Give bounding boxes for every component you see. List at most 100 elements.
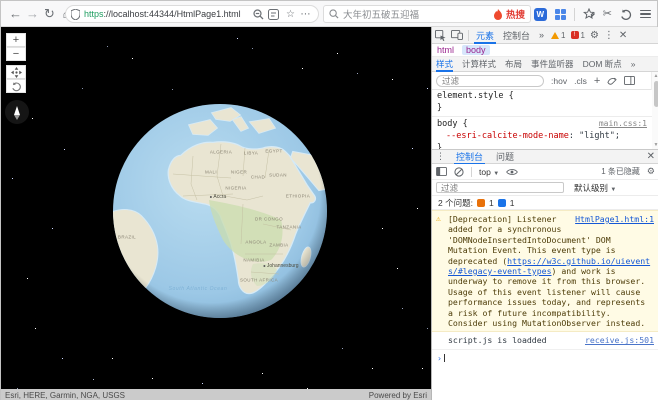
devtools-close-icon[interactable]: ✕ [619,30,627,41]
tab-elements[interactable]: 元素 [474,27,496,44]
warning-triangle-icon [551,32,559,39]
zoom-out-button[interactable]: − [6,47,26,61]
css-declaration[interactable]: --esri-calcite-mode-name: "light"; [432,130,652,142]
tab-event-listeners[interactable]: 事件监听器 [531,58,574,70]
console-settings-icon[interactable]: ⚙ [647,166,655,177]
inspect-element-icon[interactable] [435,30,446,41]
drawer-menu-icon[interactable]: ⋮ [436,151,445,162]
globe-label: MALI [205,170,217,175]
more-actions-icon[interactable]: ⋯ [298,9,313,20]
rendering-hint-icon[interactable] [607,76,617,86]
hot-search-query[interactable]: 大年初五破五迎福 [343,7,419,21]
styles-scrollbar[interactable]: ▲ ▼ [651,72,658,149]
undo-icon[interactable] [620,9,632,20]
globe-label: ZAMBIA [269,243,288,248]
bookmark-star-icon[interactable]: ☆ [283,9,298,20]
warning-icon: ⚠ [436,214,441,224]
more-tabs-icon[interactable]: » [537,28,546,42]
tab-console-drawer[interactable]: 控制台 [454,148,485,165]
globe[interactable]: ALGERIALIBYAEGYPTMALINIGERCHADSUDANNIGER… [113,104,327,318]
globe-label: BRAZIL [118,235,136,240]
device-toolbar-icon[interactable] [451,30,463,40]
flame-icon [494,9,502,20]
warning-badge[interactable]: 1 [551,31,565,40]
live-expression-eye-icon[interactable] [506,168,518,176]
breadcrumb-html[interactable]: html [437,45,454,55]
improvement-issue-icon [498,199,506,207]
devtools-toolbar: 元素 控制台 » 1 !1 ⚙ ⋮ ✕ [432,27,658,44]
script-loaded-log[interactable]: receive.js:501 script.js is loadded [432,332,658,349]
breaking-issue-icon [477,199,485,207]
styles-filter-input[interactable] [436,75,544,87]
tab-console[interactable]: 控制台 [501,27,532,44]
scene-view[interactable]: ALGERIALIBYAEGYPTMALINIGERCHADSUDANNIGER… [1,27,431,400]
favorites-star-icon[interactable] [583,8,595,20]
search-icon [329,9,339,19]
devtools-menu-icon[interactable]: ⋮ [604,30,614,41]
clear-console-icon[interactable] [454,167,464,177]
reload-icon[interactable]: ↻ [41,6,58,22]
console-messages[interactable]: ⚠ HtmlPage1.html:1 [Deprecation] Listene… [432,210,658,377]
search-box[interactable]: 大年初五破五迎福 热搜 [323,5,531,23]
tab-dom-breakpoints[interactable]: DOM 断点 [583,58,622,70]
tab-layout[interactable]: 布局 [505,58,522,70]
scroll-up-icon[interactable]: ▲ [652,73,658,79]
context-selector[interactable]: top ▼ [479,167,499,177]
settings-gear-icon[interactable]: ⚙ [590,30,599,41]
back-icon[interactable]: ← [7,6,24,21]
scroll-thumb[interactable] [654,81,658,107]
zoom-in-button[interactable]: + [6,33,26,47]
powered-by-esri[interactable]: Powered by Esri [369,391,427,400]
error-badge[interactable]: !1 [571,31,585,40]
globe-label: ETHIOPIA [286,194,310,199]
globe-label: NIGERIA [225,186,246,191]
shield-icon [71,9,80,20]
globe-label: SUDAN [269,173,287,178]
panel-layout-icon[interactable] [624,76,635,85]
address-bar[interactable]: https://localhost:44344/HtmlPage1.html ☆… [65,5,319,23]
apps-grid-icon[interactable] [555,9,566,20]
tab-styles[interactable]: 样式 [436,56,453,72]
log-source-link[interactable]: receive.js:501 [585,335,654,345]
issues-bar[interactable]: 2 个问题: 1 1 [432,196,658,210]
browser-toolbar: ← → ↻ ⌂ https://localhost:44344/HtmlPage… [1,1,657,27]
globe-label: Accra [210,194,226,200]
rotate-icon [11,81,22,92]
translate-icon[interactable] [268,9,283,20]
toolbar-divider [574,8,575,21]
forward-icon[interactable]: → [24,6,41,21]
toolbar-extensions: W ✂ [534,1,651,27]
styles-filter-row: :hov .cls + [432,72,658,90]
console-prompt[interactable]: › [432,350,658,366]
new-style-rule-button[interactable]: + [594,75,600,87]
zoom-out-page-icon[interactable] [253,9,268,20]
body-rule[interactable]: main.css:1 body { [432,116,652,130]
hidden-messages-info[interactable]: 1 条已隐藏 [601,166,640,177]
stylesheet-link[interactable]: main.css:1 [599,119,647,128]
toggle-class-button[interactable]: .cls [574,76,587,86]
warning-source-link[interactable]: HtmlPage1.html:1 [575,214,654,224]
pan-toggle-button[interactable] [6,65,26,79]
screenshot-scissors-icon[interactable]: ✂ [603,9,612,20]
tab-issues[interactable]: 问题 [494,148,516,165]
attribution-text: Esri, HERE, Garmin, NGA, USGS [5,391,125,400]
element-style-rule[interactable]: element.style { [432,90,652,102]
console-filter-input[interactable] [436,182,564,193]
scroll-down-icon[interactable]: ▼ [652,142,658,148]
extension-logo-icon[interactable]: W [534,8,547,21]
breadcrumb-body[interactable]: body [462,45,490,55]
drawer-close-icon[interactable]: ✕ [647,151,655,162]
globe-label: DR CONGO [255,217,283,222]
elements-sidebar-tabs: 样式 计算样式 布局 事件监听器 DOM 断点 » [432,57,658,72]
menu-hamburger-icon[interactable] [640,10,651,19]
console-sidebar-icon[interactable] [436,167,447,176]
styles-pane[interactable]: element.style { } main.css:1 body { --es… [432,90,652,149]
toggle-pseudo-button[interactable]: :hov [551,76,567,86]
log-levels-selector[interactable]: 默认级别 ▼ [574,182,616,194]
compass-widget[interactable] [5,100,29,124]
deprecation-warning-message[interactable]: ⚠ HtmlPage1.html:1 [Deprecation] Listene… [432,210,658,332]
hot-search-label[interactable]: 热搜 [506,7,525,21]
rotate-toggle-button[interactable] [6,79,26,93]
tab-computed[interactable]: 计算样式 [462,58,496,70]
more-subtabs-icon[interactable]: » [631,59,636,69]
